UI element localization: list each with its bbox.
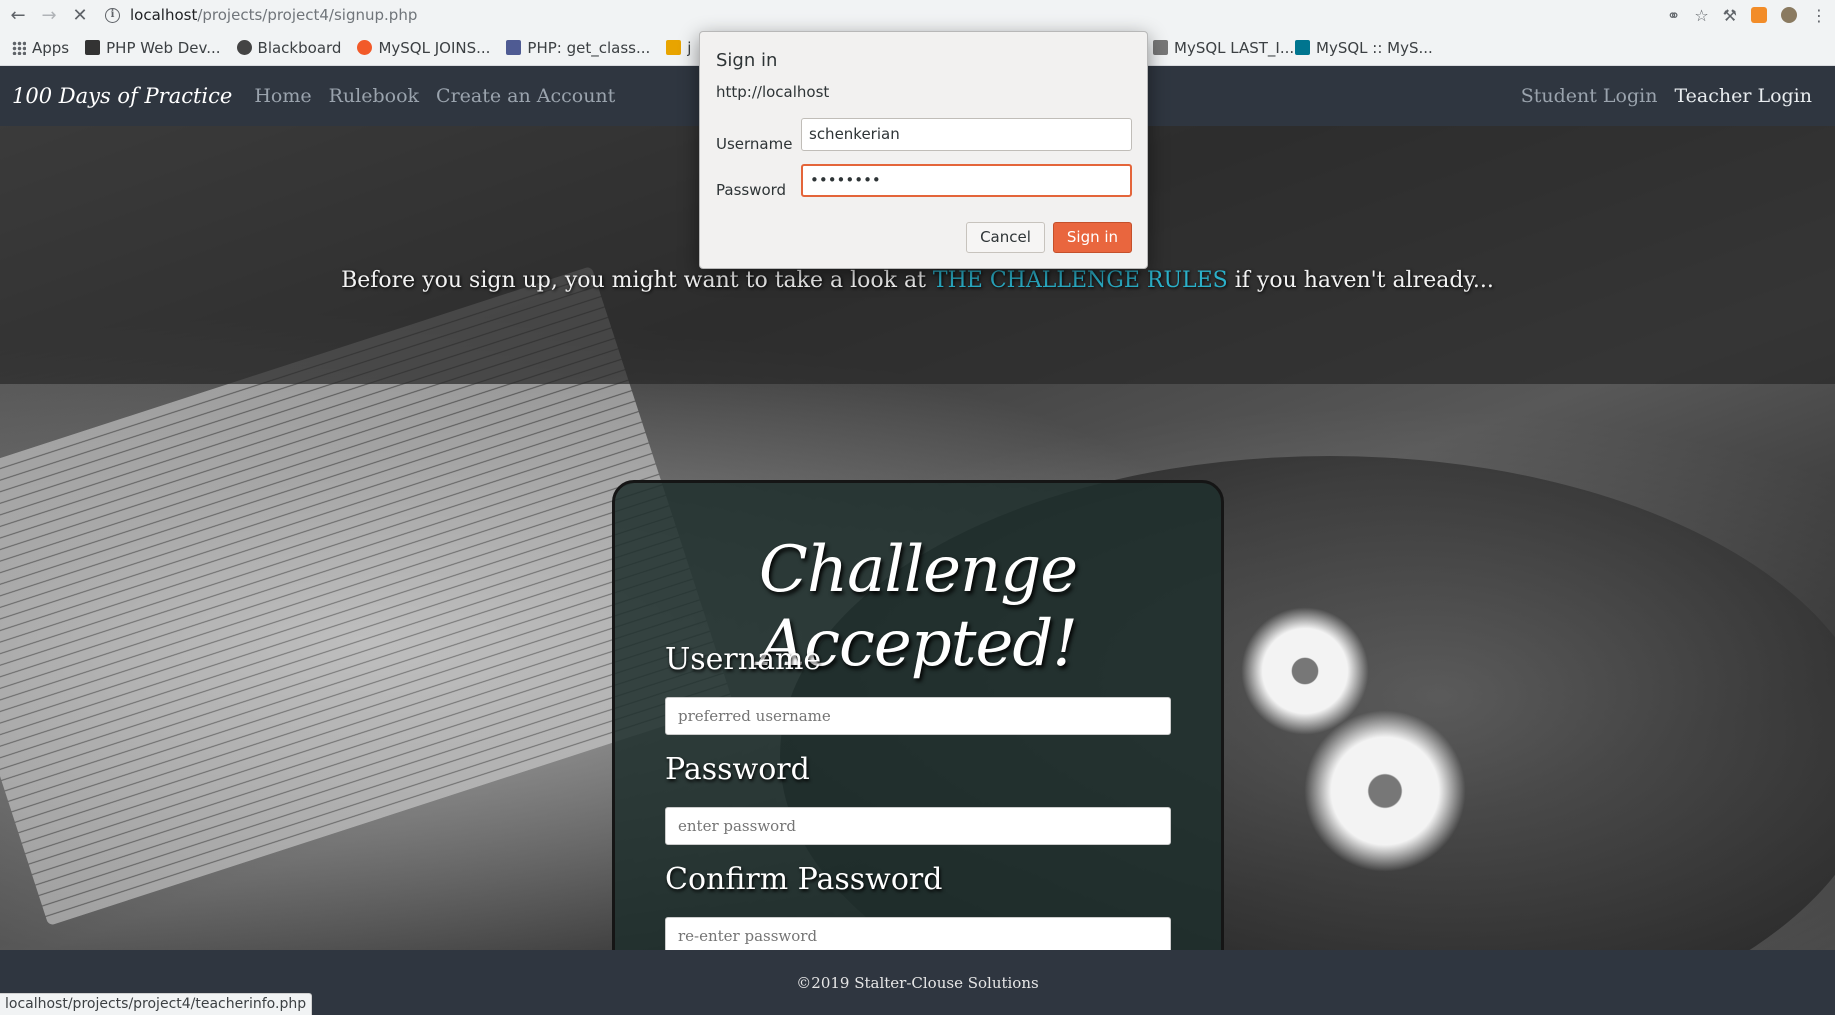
site-info-icon[interactable]: i bbox=[105, 7, 120, 23]
bookmark-label: PHP Web Dev... bbox=[106, 38, 221, 57]
sign-in-dialog: Sign in http://localhost Username schenk… bbox=[699, 31, 1148, 269]
url-path: /projects/project4/signup.php bbox=[197, 6, 418, 24]
apps-grid-icon bbox=[12, 40, 26, 55]
bookmark-blackboard[interactable]: Blackboard bbox=[236, 38, 342, 57]
hero-text-before: Before you sign up, you might want to ta… bbox=[341, 268, 933, 293]
url-host: localhost bbox=[130, 6, 198, 24]
mysql-favicon-icon bbox=[1295, 40, 1310, 55]
rss-icon[interactable] bbox=[1751, 7, 1767, 23]
bookmark-php-get-class[interactable]: PHP: get_class... bbox=[506, 39, 650, 57]
bookmark-favicon-icon bbox=[85, 40, 101, 55]
challenge-rules-link[interactable]: THE CHALLENGE RULES bbox=[933, 268, 1228, 293]
stop-loading-icon[interactable]: ✕ bbox=[67, 2, 93, 28]
dialog-password-input[interactable]: •••••••• bbox=[801, 164, 1132, 197]
bookmark-mysql-joins[interactable]: MySQL JOINS... bbox=[357, 39, 490, 57]
globe-icon bbox=[236, 40, 252, 55]
username-label: Username bbox=[665, 642, 822, 677]
confirm-password-label: Confirm Password bbox=[665, 862, 943, 897]
bookmark-favicon-icon bbox=[357, 40, 373, 55]
bookmark-mysql-docs[interactable]: MySQL :: MyS... bbox=[1295, 39, 1433, 57]
dialog-username-label: Username bbox=[716, 135, 793, 153]
nav-teacher-login[interactable]: Teacher Login bbox=[1674, 85, 1812, 107]
hero-text-after: if you haven't already... bbox=[1227, 268, 1494, 293]
key-icon[interactable]: ⚭ bbox=[1667, 6, 1680, 25]
bookmark-label: MySQL LAST_I... bbox=[1174, 38, 1295, 57]
bookmark-favicon-icon bbox=[1153, 40, 1168, 55]
dialog-username-input[interactable]: schenkerian bbox=[801, 118, 1132, 151]
stackoverflow-icon bbox=[666, 40, 682, 55]
bookmark-label: MySQL JOINS... bbox=[378, 38, 491, 57]
bookmark-php-web-dev[interactable]: PHP Web Dev... bbox=[85, 38, 221, 57]
bookmark-stackoverflow[interactable]: j bbox=[666, 39, 691, 57]
site-brand[interactable]: 100 Days of Practice bbox=[12, 84, 232, 108]
dialog-origin: http://localhost bbox=[716, 83, 830, 101]
bookmark-mysql-last-insert[interactable]: MySQL LAST_I... bbox=[1153, 39, 1294, 57]
bookmark-label: Apps bbox=[32, 38, 70, 57]
status-bar-url: localhost/projects/project4/teacherinfo.… bbox=[0, 993, 313, 1015]
extension-icon[interactable]: ⚒ bbox=[1723, 6, 1737, 25]
address-bar[interactable]: i localhost/projects/project4/signup.php bbox=[105, 2, 417, 28]
hero-message: Before you sign up, you might want to ta… bbox=[0, 268, 1835, 293]
dialog-title: Sign in bbox=[716, 50, 778, 71]
nav-home[interactable]: Home bbox=[254, 85, 311, 107]
cancel-button[interactable]: Cancel bbox=[966, 222, 1045, 253]
nav-create-account[interactable]: Create an Account bbox=[436, 85, 615, 107]
php-favicon-icon bbox=[506, 40, 522, 55]
password-input[interactable] bbox=[665, 807, 1171, 845]
browser-toolbar: ← → ✕ i localhost/projects/project4/sign… bbox=[0, 0, 1835, 30]
profile-avatar-icon[interactable] bbox=[1781, 7, 1797, 23]
back-arrow-icon[interactable]: ← bbox=[5, 2, 31, 28]
bookmark-label: j bbox=[687, 38, 692, 57]
nav-student-login[interactable]: Student Login bbox=[1521, 85, 1658, 107]
nav-rulebook[interactable]: Rulebook bbox=[329, 85, 419, 107]
forward-arrow-icon[interactable]: → bbox=[36, 2, 62, 28]
menu-kebab-icon[interactable]: ⋮ bbox=[1811, 6, 1827, 25]
bookmark-label: MySQL :: MyS... bbox=[1316, 38, 1433, 57]
bookmark-apps[interactable]: Apps bbox=[12, 39, 69, 57]
flower-image bbox=[1290, 696, 1480, 886]
dialog-password-label: Password bbox=[716, 181, 787, 199]
bookmark-label: Blackboard bbox=[257, 38, 342, 57]
bookmark-label: PHP: get_class... bbox=[527, 38, 651, 57]
star-icon[interactable]: ☆ bbox=[1694, 6, 1708, 25]
password-label: Password bbox=[665, 752, 810, 787]
sign-in-button[interactable]: Sign in bbox=[1053, 222, 1132, 253]
footer-copyright: ©2019 Stalter-Clouse Solutions bbox=[796, 974, 1039, 992]
username-input[interactable] bbox=[665, 697, 1171, 735]
signup-card: Challenge Accepted! Username Password Co… bbox=[612, 480, 1224, 985]
